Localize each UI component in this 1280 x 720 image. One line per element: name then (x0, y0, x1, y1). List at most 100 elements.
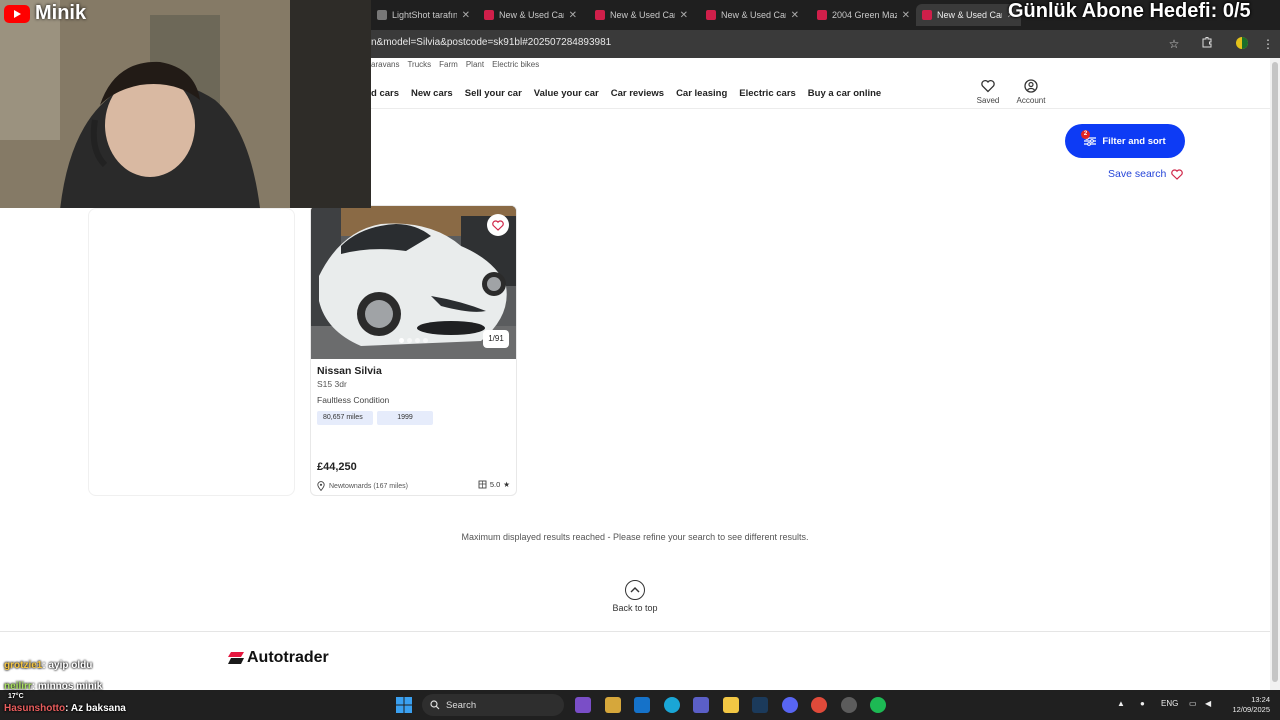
windows-start-icon[interactable] (396, 697, 412, 713)
nav-electric-cars[interactable]: Electric cars (739, 88, 796, 99)
extensions-icon[interactable] (1199, 36, 1215, 52)
subnav-plant[interactable]: Plant (466, 60, 484, 69)
footer-divider (0, 631, 1270, 632)
favourite-button[interactable] (487, 214, 509, 236)
url-field[interactable]: n&model=Silvia&postcode=sk91bl#202507284… (371, 37, 611, 48)
tab-close-icon[interactable]: ✕ (902, 10, 910, 21)
subnav-electric-bikes[interactable]: Electric bikes (492, 60, 539, 69)
language-indicator[interactable]: ENG (1161, 699, 1178, 708)
obs-icon[interactable] (841, 697, 857, 713)
microphone-icon[interactable]: ● (1140, 699, 1145, 708)
webcam-overlay: Minik (0, 0, 371, 208)
chat-message: grotzie1: ayip oldu (4, 660, 92, 671)
tab-close-icon[interactable]: ✕ (791, 10, 799, 21)
youtube-logo-icon (4, 4, 30, 23)
tab-autotrader-active[interactable]: New & Used Cars ✕ (916, 4, 1021, 26)
car-photo[interactable]: 1/91 (311, 206, 516, 359)
tab-autotrader-1[interactable]: New & Used Cars ✕ (478, 4, 583, 26)
bookmark-star-icon[interactable]: ☆ (1166, 36, 1182, 52)
tab-autotrader-3[interactable]: New & Used Cars ✕ (700, 4, 805, 26)
webcam-feed-image (0, 0, 371, 208)
tray-chevron-up-icon[interactable]: ▲ (1117, 699, 1125, 708)
profile-avatar-icon[interactable] (1234, 36, 1250, 52)
tab-lightshot[interactable]: LightShot tarafından ✕ (371, 4, 476, 26)
teams-icon[interactable] (693, 697, 709, 713)
tab-favicon-icon (377, 10, 387, 20)
channel-name: Minik (35, 2, 87, 24)
tab-close-icon[interactable]: ✕ (680, 10, 688, 21)
subnav-caravans[interactable]: aravans (371, 60, 399, 69)
taskbar-clock[interactable]: 13:24 12/09/2025 (1224, 695, 1270, 715)
chat-username: grotzie1 (4, 660, 43, 671)
steam-icon[interactable] (752, 697, 768, 713)
back-to-top-button[interactable]: Back to top (605, 580, 665, 613)
main-navigation: d cars New cars Sell your car Value your… (371, 88, 881, 99)
location-pin-icon (317, 481, 325, 491)
nav-value-your-car[interactable]: Value your car (534, 88, 599, 99)
sub-navigation: aravans Trucks Farm Plant Electric bikes (371, 60, 539, 69)
nav-new-cars[interactable]: New cars (411, 88, 453, 99)
dealer-rating: 5.0 ★ (478, 480, 510, 489)
listing-spec-chips: 80,657 miles 1999 (317, 411, 433, 425)
chat-text: : minnos minik (31, 681, 103, 692)
nav-car-leasing[interactable]: Car leasing (676, 88, 727, 99)
clock-date: 12/09/2025 (1232, 705, 1270, 714)
store-icon[interactable] (605, 697, 621, 713)
tab-favicon-icon (595, 10, 605, 20)
tab-title: New & Used Cars (937, 10, 1002, 20)
heart-icon (981, 79, 995, 93)
search-icon (430, 700, 440, 710)
nav-used-cars[interactable]: d cars (371, 88, 399, 99)
tab-close-icon[interactable]: ✕ (569, 10, 577, 21)
listing-location: Newtownards (167 miles) (317, 481, 408, 491)
location-text: Newtownards (167 miles) (329, 482, 408, 490)
listing-description: Faultless Condition (317, 395, 390, 405)
autotrader-logo-mark-icon (228, 652, 244, 664)
back-to-top-label: Back to top (612, 603, 658, 613)
chat-message: neilirr: minnos minik (4, 681, 102, 692)
heart-icon (1171, 168, 1184, 180)
year-chip: 1999 (377, 411, 433, 425)
mileage-chip: 80,657 miles (317, 411, 373, 425)
save-search-link[interactable]: Save search (1108, 168, 1184, 180)
photo-counter: 1/91 (483, 330, 509, 348)
chevron-up-icon (625, 580, 645, 600)
nav-car-reviews[interactable]: Car reviews (611, 88, 664, 99)
menu-kebab-icon[interactable]: ⋮ (1260, 36, 1276, 52)
taskbar-search-label: Search (446, 699, 477, 711)
volume-icon[interactable]: ◀ (1205, 699, 1211, 708)
tab-title: LightShot tarafından (392, 10, 457, 20)
subnav-farm[interactable]: Farm (439, 60, 458, 69)
heart-icon (492, 219, 504, 231)
tab-title: New & Used Cars (721, 10, 786, 20)
dealer-building-icon (478, 480, 487, 489)
spotify-icon[interactable] (870, 697, 886, 713)
tab-autotrader-2[interactable]: New & Used Cars ✕ (589, 4, 694, 26)
weather-temp: 17°C (8, 693, 24, 700)
edge-icon[interactable] (664, 697, 680, 713)
filter-and-sort-button[interactable]: 2 Filter and sort (1065, 124, 1185, 158)
autotrader-logo[interactable]: Autotrader (228, 649, 329, 667)
widgets-icon[interactable] (575, 697, 591, 713)
nav-sell-your-car[interactable]: Sell your car (465, 88, 522, 99)
tab-title: New & Used Cars (610, 10, 675, 20)
nav-buy-a-car-online[interactable]: Buy a car online (808, 88, 881, 99)
file-explorer-icon[interactable] (723, 697, 739, 713)
max-results-message: Maximum displayed results reached - Plea… (461, 532, 809, 542)
listing-title[interactable]: Nissan Silvia (317, 365, 382, 377)
taskbar-search-box[interactable]: Search (422, 694, 564, 716)
network-icon[interactable]: ▭ (1189, 699, 1197, 708)
page-scrollbar[interactable] (1270, 58, 1280, 690)
scrollbar-thumb[interactable] (1272, 62, 1278, 682)
photo-carousel-dots[interactable] (399, 338, 428, 343)
screen: LightShot tarafından ✕ New & Used Cars ✕… (0, 0, 1280, 720)
subnav-trucks[interactable]: Trucks (407, 60, 431, 69)
chrome-icon[interactable] (811, 697, 827, 713)
listing-card[interactable]: 1/91 Nissan Silvia S15 3dr Faultless Con… (310, 205, 517, 496)
outlook-icon[interactable] (634, 697, 650, 713)
star-icon: ★ (503, 480, 510, 489)
account-link[interactable]: Account (1006, 78, 1056, 105)
discord-icon[interactable] (782, 697, 798, 713)
tab-close-icon[interactable]: ✕ (462, 10, 470, 21)
tab-mazda[interactable]: 2004 Green Mazda ✕ (811, 4, 916, 26)
